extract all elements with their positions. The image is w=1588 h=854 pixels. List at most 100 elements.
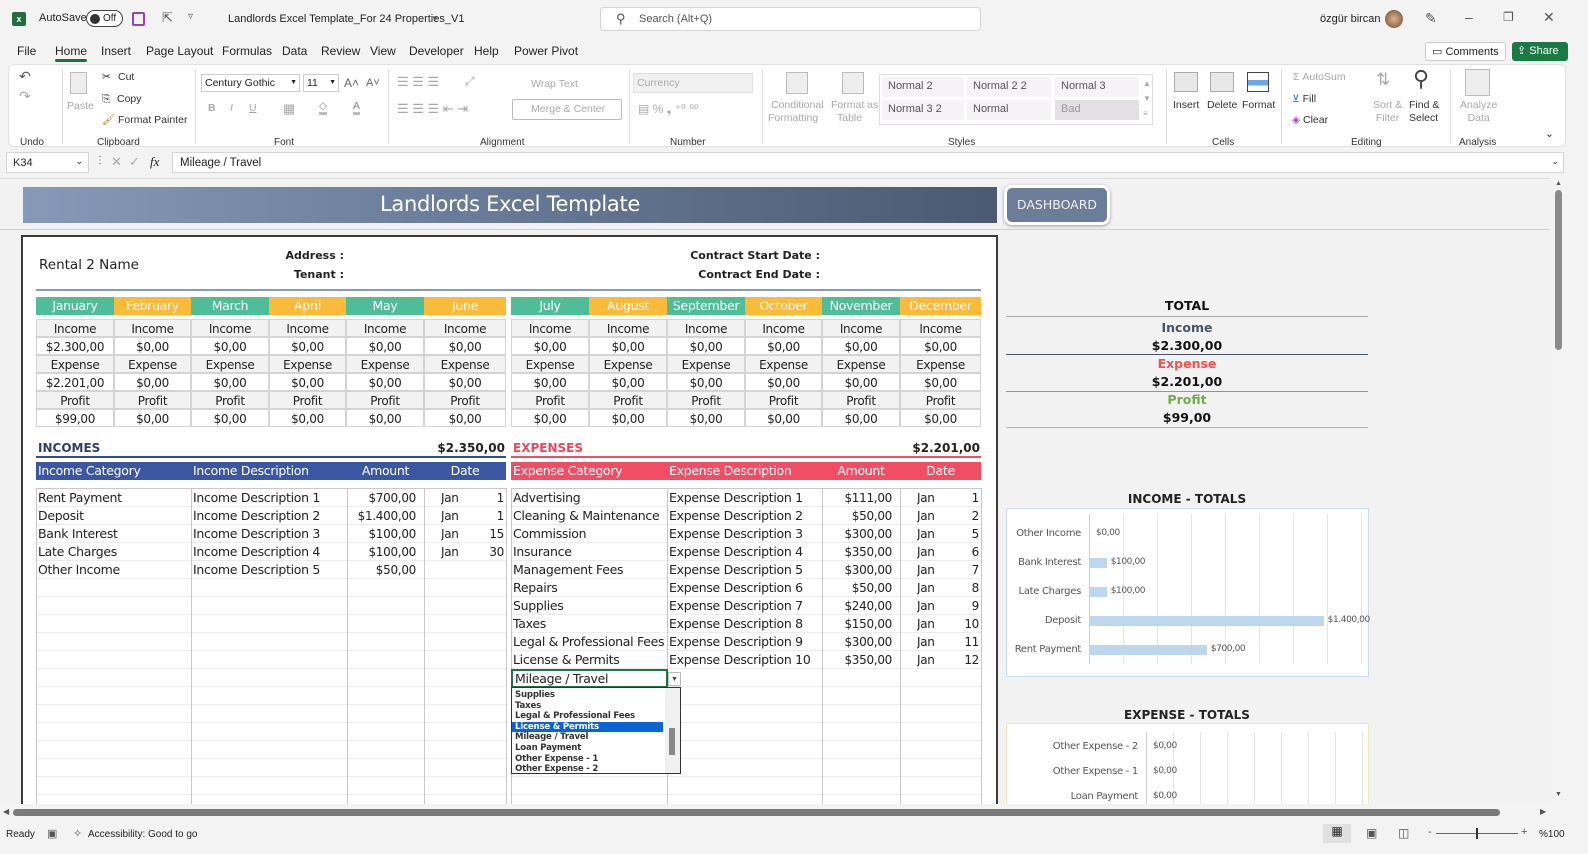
delete-cells-icon[interactable] xyxy=(1210,72,1234,92)
date-day-cell[interactable]: 5 xyxy=(951,525,979,543)
month-profit-value[interactable]: $0,00 xyxy=(589,409,667,427)
category-cell[interactable]: Supplies xyxy=(513,597,667,615)
month-profit-value[interactable]: $0,00 xyxy=(269,409,346,427)
minimize-icon[interactable]: – xyxy=(1465,9,1473,25)
tab-review[interactable]: Review xyxy=(321,44,360,58)
date-month-cell[interactable]: Jan xyxy=(917,525,947,543)
autosum-button[interactable]: Σ AutoSum xyxy=(1293,71,1346,83)
month-expense-value[interactable]: $0,00 xyxy=(667,373,745,391)
month-income-value[interactable]: $0,00 xyxy=(511,337,589,355)
category-cell[interactable]: Rent Payment xyxy=(38,489,191,507)
month-profit-value[interactable]: $0,00 xyxy=(511,409,589,427)
scroll-up-icon[interactable]: ▲ xyxy=(1555,180,1562,187)
format-as-table-icon[interactable] xyxy=(842,72,864,94)
accessibility-status[interactable]: Accessibility: Good to go xyxy=(88,829,198,840)
month-income-value[interactable]: $0,00 xyxy=(667,337,745,355)
zoom-level[interactable]: %100 xyxy=(1539,829,1565,840)
zoom-slider[interactable] xyxy=(1436,828,1518,839)
month-profit-value[interactable]: $0,00 xyxy=(114,409,191,427)
category-cell[interactable]: Insurance xyxy=(513,543,667,561)
tab-help[interactable]: Help xyxy=(474,44,499,58)
description-cell[interactable]: Expense Description 2 xyxy=(669,507,822,525)
collapse-ribbon-icon[interactable]: ⌄ xyxy=(1545,128,1554,140)
redo-icon[interactable]: ↷ xyxy=(19,88,31,105)
date-day-cell[interactable]: 1 xyxy=(951,489,979,507)
date-month-cell[interactable]: Jan xyxy=(917,615,947,633)
page-layout-view-icon[interactable]: ▣ xyxy=(1366,826,1377,840)
style-normal-2[interactable]: Normal 2 xyxy=(882,77,964,97)
month-profit-value[interactable]: $0,00 xyxy=(745,409,822,427)
fill-color-icon[interactable]: ◇ xyxy=(319,100,328,115)
delete-button[interactable]: Delete xyxy=(1207,99,1237,111)
amount-cell[interactable]: $300,00 xyxy=(822,561,892,579)
clear-button[interactable]: ◈ Clear xyxy=(1292,114,1328,126)
tab-home[interactable]: Home xyxy=(55,44,88,62)
month-income-value[interactable]: $0,00 xyxy=(424,337,506,355)
insert-function-button[interactable]: fx xyxy=(150,154,159,170)
description-cell[interactable]: Expense Description 5 xyxy=(669,561,822,579)
scroll-down-icon[interactable]: ▼ xyxy=(1555,791,1562,798)
style-normal-3[interactable]: Normal 3 xyxy=(1055,77,1139,97)
conditional-formatting-button[interactable]: Conditional xyxy=(771,99,824,111)
tab-power-pivot[interactable]: Power Pivot xyxy=(514,44,578,58)
share-button[interactable]: ⇪ Share xyxy=(1512,42,1568,61)
horizontal-scroll-thumb[interactable] xyxy=(13,809,1500,816)
tab-page-layout[interactable]: Page Layout xyxy=(146,44,213,58)
file-name[interactable]: Landlords Excel Template_For 24 Properti… xyxy=(228,13,464,25)
macro-record-icon[interactable]: ▣ xyxy=(47,827,57,840)
cancel-entry-icon[interactable]: ✕ xyxy=(111,154,122,170)
month-income-value[interactable]: $0,00 xyxy=(191,337,269,355)
autosave-toggle[interactable]: Off xyxy=(86,10,123,27)
date-day-cell[interactable]: 7 xyxy=(951,561,979,579)
close-icon[interactable]: ✕ xyxy=(1543,9,1555,26)
amount-cell[interactable]: $350,00 xyxy=(822,651,892,669)
date-month-cell[interactable]: Jan xyxy=(917,651,947,669)
category-cell[interactable]: Bank Interest xyxy=(38,525,191,543)
month-expense-value[interactable]: $0,00 xyxy=(114,373,191,391)
dropdown-option[interactable]: Taxes xyxy=(512,701,663,712)
amount-cell[interactable]: $50,00 xyxy=(347,561,416,579)
touch-mode-icon[interactable]: ⇱ xyxy=(162,10,173,26)
name-box[interactable]: K34 ⌄ xyxy=(6,152,89,173)
decrease-font-icon[interactable]: A˅ xyxy=(366,77,380,89)
orientation-icon[interactable]: ⤢ xyxy=(465,74,475,89)
active-cell-k34[interactable]: Mileage / Travel xyxy=(511,669,668,688)
wrap-text-button[interactable]: Wrap Text xyxy=(531,78,578,90)
user-avatar[interactable] xyxy=(1385,10,1403,28)
paste-icon[interactable] xyxy=(70,72,87,94)
dropdown-option[interactable]: License & Permits xyxy=(512,721,663,733)
date-month-cell[interactable] xyxy=(441,561,471,579)
tab-developer[interactable]: Developer xyxy=(409,44,464,58)
tab-formulas[interactable]: Formulas xyxy=(222,44,272,58)
category-cell[interactable]: Cleaning & Maintenance xyxy=(513,507,667,525)
fill-button[interactable]: ⊻ Fill xyxy=(1292,93,1316,105)
insert-button[interactable]: Insert xyxy=(1173,99,1199,111)
date-month-cell[interactable]: Jan xyxy=(917,579,947,597)
page-break-view-icon[interactable]: ◫ xyxy=(1398,826,1409,840)
date-day-cell[interactable]: 15 xyxy=(476,525,504,543)
amount-cell[interactable]: $50,00 xyxy=(822,507,892,525)
dropdown-option[interactable]: Legal & Professional Fees xyxy=(512,711,663,722)
amount-cell[interactable]: $240,00 xyxy=(822,597,892,615)
description-cell[interactable]: Expense Description 8 xyxy=(669,615,822,633)
description-cell[interactable]: Expense Description 7 xyxy=(669,597,822,615)
borders-icon[interactable]: ▦ xyxy=(283,101,295,117)
month-expense-value[interactable]: $2.201,00 xyxy=(36,373,114,391)
amount-cell[interactable]: $300,00 xyxy=(822,525,892,543)
scroll-right-icon[interactable]: ▶ xyxy=(1540,807,1546,816)
dropdown-scrollbar[interactable] xyxy=(665,688,680,773)
date-day-cell[interactable]: 2 xyxy=(951,507,979,525)
date-day-cell[interactable]: 9 xyxy=(951,597,979,615)
pen-icon[interactable]: ✎ xyxy=(1425,10,1437,27)
date-day-cell[interactable]: 30 xyxy=(476,543,504,561)
underline-icon[interactable]: U xyxy=(249,102,257,114)
scroll-left-icon[interactable]: ◀ xyxy=(3,807,9,816)
category-cell[interactable]: Taxes xyxy=(513,615,667,633)
vertical-scroll-thumb[interactable] xyxy=(1555,190,1562,350)
month-profit-value[interactable]: $0,00 xyxy=(346,409,424,427)
format-button[interactable]: Format xyxy=(1242,99,1275,111)
category-cell[interactable]: Advertising xyxy=(513,489,667,507)
month-profit-value[interactable]: $0,00 xyxy=(667,409,745,427)
month-profit-value[interactable]: $0,00 xyxy=(822,409,900,427)
date-month-cell[interactable]: Jan xyxy=(917,507,947,525)
